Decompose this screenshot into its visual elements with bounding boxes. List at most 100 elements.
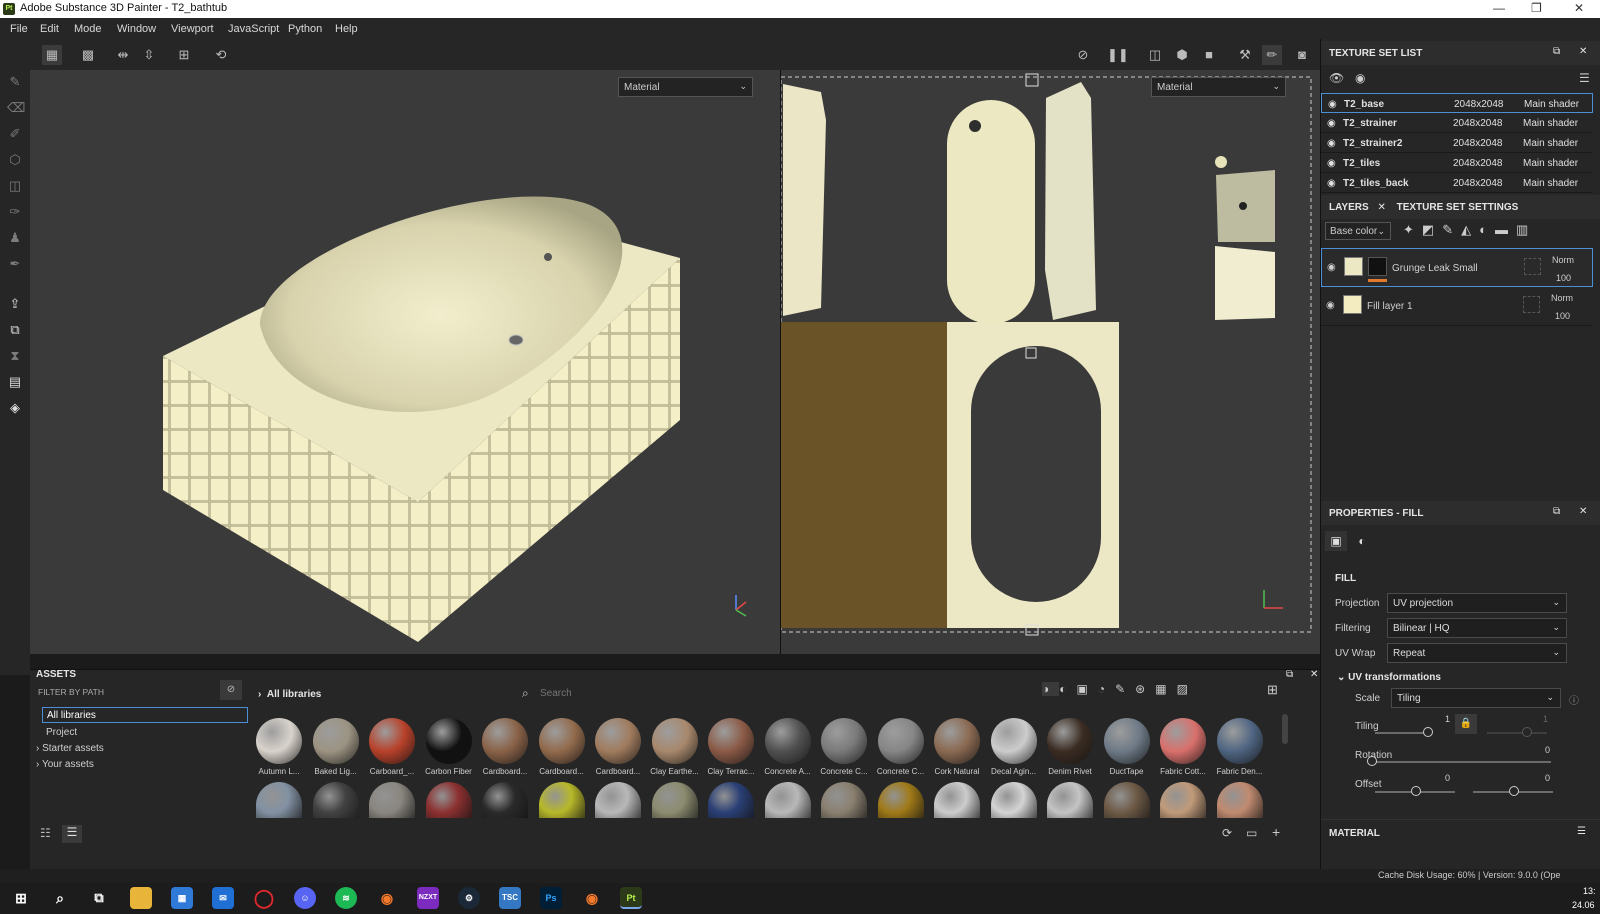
material-thumbnail[interactable] — [312, 718, 359, 764]
tiling-slider-u[interactable] — [1375, 732, 1425, 734]
material-properties-tab-icon[interactable]: ◐ — [1351, 531, 1373, 551]
eye-icon[interactable]: ◉ — [1327, 138, 1336, 149]
tree-item-starter-assets[interactable]: › Starter assets — [36, 743, 104, 754]
info-icon[interactable]: ⓘ — [1569, 692, 1579, 707]
pause-icon[interactable]: ❚❚ — [1107, 45, 1129, 65]
spotify-icon[interactable]: ≋ — [335, 887, 357, 909]
generator-filter-icon[interactable]: ◔ — [1098, 682, 1115, 696]
hide-icon[interactable]: ⊘ — [220, 680, 242, 700]
paint-brush-icon[interactable]: ✎ — [7, 74, 23, 90]
material-thumbnail[interactable] — [369, 782, 415, 818]
texture-set-row[interactable]: ◉ T2_tiles 2048x2048 Main shader — [1321, 153, 1593, 173]
material-thumbnail[interactable] — [1216, 718, 1263, 764]
menu-mode[interactable]: Mode — [74, 23, 102, 35]
close-panel-icon[interactable]: ✕ — [1579, 46, 1587, 57]
add-folder-icon[interactable]: ▬ — [1495, 222, 1516, 237]
texture-set-row[interactable]: ◉ T2_tiles_back 2048x2048 Main shader — [1321, 173, 1593, 193]
blender-icon[interactable]: ◉ — [376, 887, 398, 909]
tiling-knob-v[interactable] — [1522, 727, 1532, 737]
video-camera-icon[interactable]: ■ — [1199, 45, 1219, 65]
tree-view-icon[interactable]: ☰ — [62, 825, 82, 843]
material-thumbnail[interactable] — [990, 782, 1037, 818]
restore-button[interactable]: ❐ — [1531, 1, 1542, 15]
menu-javascript[interactable]: JavaScript — [228, 23, 279, 35]
add-smart-material-icon[interactable]: ◐ — [1479, 222, 1495, 237]
eye-icon[interactable]: ◉ — [1327, 178, 1336, 189]
material-thumbnail[interactable] — [595, 718, 641, 764]
material-thumbnail[interactable] — [934, 782, 980, 818]
visibility-all-icon[interactable]: ◉ — [1355, 71, 1365, 85]
add-frame-icon[interactable]: ⊞ — [174, 45, 194, 65]
discord-icon[interactable]: ☺ — [294, 887, 316, 909]
material-thumbnail[interactable] — [538, 718, 585, 764]
material-thumbnail[interactable] — [877, 718, 924, 764]
assets-scrollbar[interactable] — [1282, 714, 1288, 744]
breadcrumb[interactable]: › All libraries — [258, 689, 321, 700]
tiling-knob-u[interactable] — [1423, 727, 1433, 737]
uv-transformations-toggle[interactable]: ⌄ UV transformations — [1337, 672, 1441, 683]
add-fill-layer-icon[interactable]: ◭ — [1461, 222, 1479, 237]
display-settings-icon[interactable]: ◈ — [7, 400, 23, 416]
texture-filter-icon[interactable]: ▦ — [1155, 682, 1176, 696]
material-thumbnail[interactable] — [1160, 782, 1206, 818]
material-thumbnail[interactable] — [369, 718, 415, 764]
texture-set-row[interactable]: ◉ T2_strainer 2048x2048 Main shader — [1321, 113, 1593, 133]
tab-texture-set-settings[interactable]: TEXTURE SET SETTINGS — [1397, 202, 1519, 213]
material-thumbnail[interactable] — [312, 782, 359, 818]
paint-mode-icon[interactable]: ✏ — [1262, 45, 1282, 65]
material-section-header[interactable]: MATERIAL ☰ — [1321, 819, 1600, 843]
viewport-2d[interactable]: Material ⌄ — [780, 70, 1320, 654]
smart-material-filter-icon[interactable]: ◑ — [1042, 682, 1060, 696]
mask-filter-icon[interactable]: ▣ — [1077, 682, 1098, 696]
tsc-icon[interactable]: TSC — [499, 887, 521, 909]
environment-filter-icon[interactable]: ▨ — [1177, 682, 1198, 696]
geometry-mask-icon[interactable]: ⬡ — [7, 152, 23, 168]
material-thumbnail[interactable] — [1103, 782, 1150, 818]
eye-icon[interactable]: ◉ — [1328, 99, 1337, 110]
add-paint-layer-icon[interactable]: ✎ — [1442, 222, 1461, 237]
polygon-fill-icon[interactable]: ◫ — [7, 178, 23, 194]
menu-python[interactable]: Python — [288, 23, 322, 35]
layer-row[interactable]: ◉ Fill layer 1 Norm 100 — [1321, 287, 1593, 326]
file-explorer-icon[interactable] — [130, 887, 152, 909]
search-icon[interactable]: ⌕ — [49, 887, 71, 909]
float-panel-icon[interactable]: ⧉ — [1286, 669, 1293, 680]
new-folder-icon[interactable]: ▭ — [1246, 826, 1257, 840]
material-thumbnail[interactable] — [482, 718, 528, 764]
layer-eye-icon[interactable]: ◉ — [1326, 300, 1335, 311]
offset-knob-u[interactable] — [1411, 786, 1421, 796]
particle-filter-icon[interactable]: ⊛ — [1135, 682, 1155, 696]
close-panel-icon[interactable]: ✕ — [1579, 506, 1587, 517]
scale-dropdown[interactable]: Tiling ⌄ — [1391, 688, 1561, 708]
blend-mode-dropdown[interactable]: Norm — [1552, 255, 1574, 265]
material-menu-icon[interactable]: ☰ — [1577, 826, 1586, 837]
tree-item-all-libraries[interactable]: All libraries — [42, 707, 248, 723]
export-icon[interactable]: ⇪ — [7, 296, 23, 312]
substance-painter-icon[interactable]: Pt — [620, 887, 642, 909]
material-thumbnail[interactable] — [764, 782, 811, 818]
tab-layers[interactable]: LAYERS — [1329, 202, 1369, 213]
texture-set-row[interactable]: ◉ T2_strainer2 2048x2048 Main shader — [1321, 133, 1593, 153]
lock-icon[interactable]: 🔒 — [1455, 714, 1477, 734]
material-thumbnail[interactable] — [425, 718, 472, 764]
store-icon[interactable]: ▦ — [171, 887, 193, 909]
material-thumbnail[interactable] — [708, 718, 754, 764]
align-icon[interactable]: ⇳ — [139, 45, 159, 65]
search-input[interactable] — [540, 684, 740, 702]
color-picker-icon[interactable]: ✒ — [7, 256, 23, 272]
material-thumbnail[interactable] — [934, 718, 980, 764]
mail-icon[interactable]: ✉ — [212, 887, 234, 909]
material-thumbnail[interactable] — [877, 782, 924, 818]
viewport-3d-mode-dropdown[interactable]: Material ⌄ — [618, 77, 753, 97]
eye-icon[interactable]: ◉ — [1327, 118, 1336, 129]
close-window-button[interactable]: ✕ — [1574, 1, 1584, 15]
channel-dropdown[interactable]: Base color ⌄ — [1325, 222, 1391, 240]
float-panel-icon[interactable]: ⧉ — [1553, 46, 1560, 57]
material-thumbnail[interactable] — [651, 718, 698, 764]
grid-view-icon[interactable]: ⊞ — [1267, 682, 1278, 698]
clone-stamp-icon[interactable]: ♟ — [7, 230, 23, 246]
rotation-slider[interactable] — [1371, 761, 1551, 763]
opacity-value[interactable]: 100 — [1556, 273, 1571, 283]
hourglass-icon[interactable]: ⧗ — [7, 348, 23, 364]
material-thumbnail[interactable] — [1216, 782, 1263, 818]
